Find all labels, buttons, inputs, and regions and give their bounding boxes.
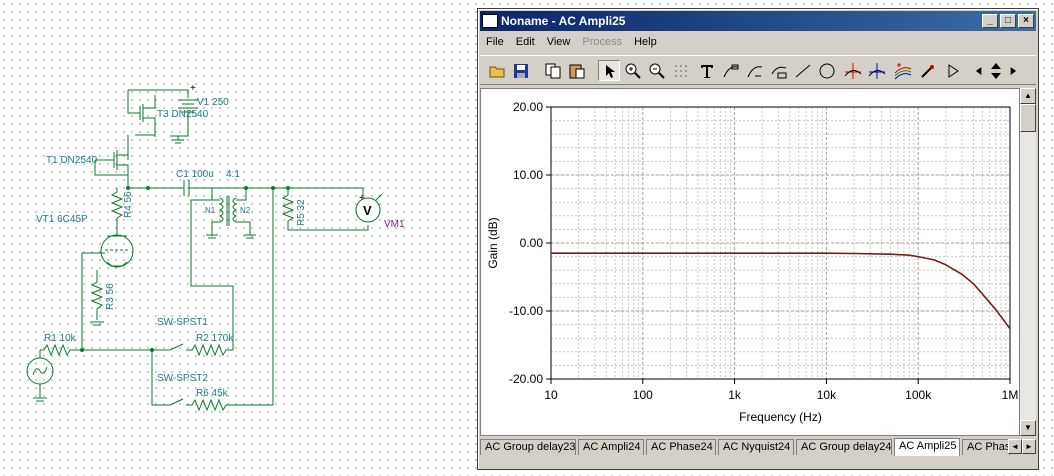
tab-ac-group-delay23[interactable]: AC Group delay23: [480, 439, 576, 455]
menu-help[interactable]: Help: [628, 36, 663, 48]
x-tick-label: 100k: [905, 388, 932, 402]
meter-plus: +: [359, 193, 365, 204]
cursor-b-icon[interactable]: [866, 60, 888, 81]
tab-ac-phase25[interactable]: AC Phase25: [962, 439, 1010, 455]
label-t1[interactable]: T1 DN2540: [46, 155, 98, 166]
minimize-button[interactable]: _: [982, 14, 998, 28]
label-sw1[interactable]: SW-SPST1: [157, 317, 208, 328]
tab-scroll-left-button[interactable]: ◄: [1008, 439, 1022, 454]
scroll-right-icon[interactable]: [1006, 60, 1020, 81]
app-icon: [482, 14, 498, 28]
x-tick-label: 100: [633, 388, 653, 402]
vacuum-tube-icon[interactable]: [100, 234, 134, 268]
menu-bar: File Edit View Process Help: [480, 33, 663, 51]
x-tick-label: 10k: [817, 388, 837, 402]
tab-ac-ampli24[interactable]: AC Ampli24: [578, 439, 644, 455]
cursor-a-icon[interactable]: [842, 60, 864, 81]
label-r6[interactable]: R6 45k: [196, 388, 229, 399]
y-tick-label: -20.00: [509, 372, 543, 386]
ac-source-icon[interactable]: [26, 357, 54, 385]
maximize-button[interactable]: □: [1000, 14, 1016, 28]
circuit-schematic[interactable]: V + + V1 250 T3 DN2540 T1 DN2540 C1 100u…: [0, 0, 470, 476]
x-tick-label: 1M: [1002, 388, 1019, 402]
window-title: Noname - AC Ampli25: [501, 14, 626, 28]
window-titlebar[interactable]: Noname - AC Ampli25 _ □ ×: [480, 11, 1036, 31]
scroll-updown-icon[interactable]: [987, 60, 1005, 81]
plot-area[interactable]: 10 100 1k 10k 100k 1M 20.00 10.00 0.00 -10.00 -20.…: [480, 88, 1020, 436]
add-curve-icon[interactable]: [892, 60, 914, 81]
x-axis-label: Frequency (Hz): [739, 410, 822, 424]
label-vt1[interactable]: VT1 6C45P: [36, 214, 88, 225]
label-t3[interactable]: T3 DN2540: [157, 109, 209, 120]
label-r3[interactable]: R3 56: [105, 283, 116, 310]
y-tick-label: 10.00: [513, 168, 543, 182]
y-tick-label: -10.00: [509, 304, 543, 318]
gain-curve[interactable]: [551, 252, 1011, 330]
battery-plus: +: [190, 83, 196, 94]
save-icon[interactable]: [510, 60, 532, 81]
open-folder-icon[interactable]: [486, 60, 508, 81]
text-tool-icon[interactable]: [696, 60, 718, 81]
label-v1[interactable]: V1 250: [197, 97, 229, 108]
label-r5[interactable]: R5 32: [296, 199, 307, 226]
label-sw2[interactable]: SW-SPST2: [157, 373, 208, 384]
tab-scroll-right-button[interactable]: ►: [1022, 439, 1036, 454]
menu-view[interactable]: View: [541, 36, 577, 48]
play-icon[interactable]: [942, 60, 964, 81]
label-n1: N1: [205, 206, 216, 215]
scroll-up-button[interactable]: ▲: [1020, 88, 1036, 104]
ac-analysis-window[interactable]: Noname - AC Ampli25 _ □ × File Edit View…: [477, 8, 1039, 470]
y-axis-label: Gain (dB): [486, 217, 500, 268]
zoom-in-icon[interactable]: [622, 60, 644, 81]
tab-ac-group-delay24[interactable]: AC Group delay24: [796, 439, 892, 455]
label-c1[interactable]: C1 100u: [176, 169, 214, 180]
circuit-wires: [33, 89, 369, 412]
label-n2: N2: [240, 206, 251, 215]
menu-edit[interactable]: Edit: [510, 36, 541, 48]
draw-curve-2-icon[interactable]: [744, 60, 766, 81]
scroll-down-button[interactable]: ▼: [1020, 420, 1036, 436]
menu-file[interactable]: File: [480, 36, 510, 48]
zoom-out-icon[interactable]: [646, 60, 668, 81]
line-tool-icon[interactable]: [792, 60, 814, 81]
gain-chart[interactable]: 10 100 1k 10k 100k 1M 20.00 10.00 0.00 -10.00 -20.…: [481, 89, 1019, 435]
toolbar: [480, 55, 1036, 85]
grid-icon[interactable]: [670, 60, 692, 81]
tab-ac-ampli25[interactable]: AC Ampli25: [894, 438, 960, 456]
paste-icon[interactable]: [566, 60, 588, 81]
label-r4[interactable]: R4 56: [123, 191, 134, 218]
analysis-tabs: AC Group delay23 AC Ampli24 AC Phase24 A…: [480, 438, 1036, 456]
vertical-scrollbar[interactable]: ▲ ▼: [1020, 88, 1036, 436]
x-tick-label: 1k: [728, 388, 742, 402]
label-ratio[interactable]: 4:1: [226, 169, 240, 180]
pointer-icon[interactable]: [598, 60, 620, 81]
x-tick-label: 10: [544, 388, 558, 402]
label-r2[interactable]: R2 170k: [196, 333, 234, 344]
ellipse-tool-icon[interactable]: [816, 60, 838, 81]
tab-ac-nyquist24[interactable]: AC Nyquist24: [718, 439, 794, 455]
y-tick-label: 0.00: [520, 236, 544, 250]
pipette-icon[interactable]: [916, 60, 938, 81]
copy-icon[interactable]: [542, 60, 564, 81]
label-r1[interactable]: R1 10k: [44, 333, 77, 344]
draw-curve-3-icon[interactable]: [768, 60, 790, 81]
meter-symbol: V: [363, 203, 372, 218]
draw-curve-icon[interactable]: [720, 60, 742, 81]
close-button[interactable]: ×: [1018, 14, 1034, 28]
y-tick-label: 20.00: [513, 100, 543, 114]
status-bar: [480, 457, 1036, 468]
scroll-left-icon[interactable]: [972, 60, 986, 81]
label-vm1[interactable]: VM1: [384, 219, 405, 230]
scroll-thumb[interactable]: [1020, 104, 1036, 132]
tab-ac-phase24[interactable]: AC Phase24: [646, 439, 716, 455]
menu-process[interactable]: Process: [576, 36, 628, 48]
